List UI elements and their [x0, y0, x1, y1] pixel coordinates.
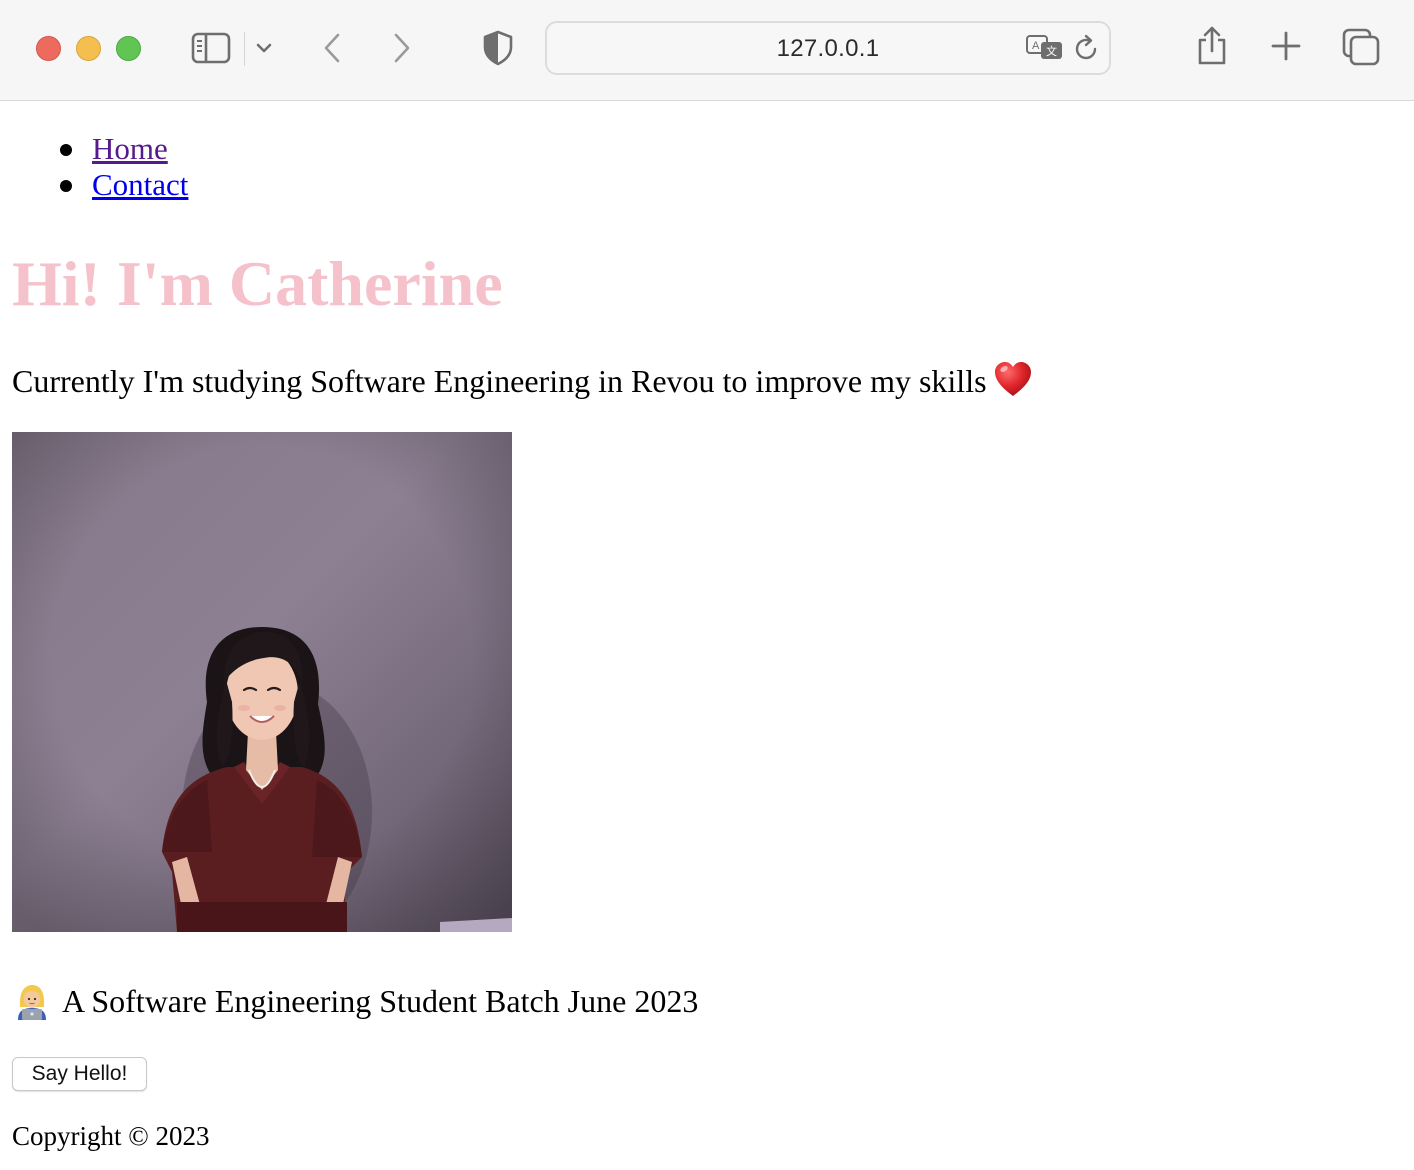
page-content: Home Contact Hi! I'm Catherine Currently… [0, 101, 1414, 1170]
translate-icon[interactable]: A 文 [1025, 33, 1065, 63]
address-bar[interactable]: 127.0.0.1 A 文 [545, 21, 1111, 75]
nav-item-contact: Contact [52, 167, 188, 203]
chevron-down-icon[interactable] [252, 32, 276, 64]
svg-text:文: 文 [1046, 44, 1057, 58]
technologist-icon [12, 980, 52, 1031]
intro-text: Currently I'm studying Software Engineer… [12, 363, 987, 399]
list-bullet [60, 144, 72, 156]
say-hello-button[interactable]: Say Hello! [12, 1057, 147, 1091]
forward-arrow-icon[interactable] [386, 28, 418, 68]
svg-text:A: A [1032, 40, 1040, 52]
red-heart-icon [993, 360, 1033, 409]
tagline-text: A Software Engineering Student Batch Jun… [62, 983, 699, 1019]
list-bullet [60, 180, 72, 192]
plus-icon[interactable] [1266, 26, 1306, 66]
back-arrow-icon[interactable] [316, 28, 348, 68]
nav-menu: Home Contact [52, 131, 188, 203]
shield-icon[interactable] [478, 28, 518, 68]
zoom-window-icon[interactable] [116, 36, 141, 61]
contact-link[interactable]: Contact [92, 167, 188, 202]
nav-item-home: Home [52, 131, 188, 167]
home-link[interactable]: Home [92, 131, 168, 166]
portrait-photo [12, 432, 512, 932]
tagline: A Software Engineering Student Batch Jun… [12, 979, 698, 1031]
sidebar-icon[interactable] [188, 28, 234, 68]
footer-copyright: Copyright © 2023 [12, 1121, 210, 1151]
minimize-window-icon[interactable] [76, 36, 101, 61]
browser-toolbar: 127.0.0.1 A 文 [0, 0, 1414, 101]
reload-icon[interactable] [1073, 33, 1101, 63]
intro-paragraph: Currently I'm studying Software Engineer… [12, 359, 1033, 409]
share-icon[interactable] [1192, 24, 1232, 68]
toolbar-divider [244, 32, 245, 66]
tab-overview-icon[interactable] [1340, 26, 1382, 68]
close-window-icon[interactable] [36, 36, 61, 61]
page-title: Hi! I'm Catherine [12, 248, 503, 319]
